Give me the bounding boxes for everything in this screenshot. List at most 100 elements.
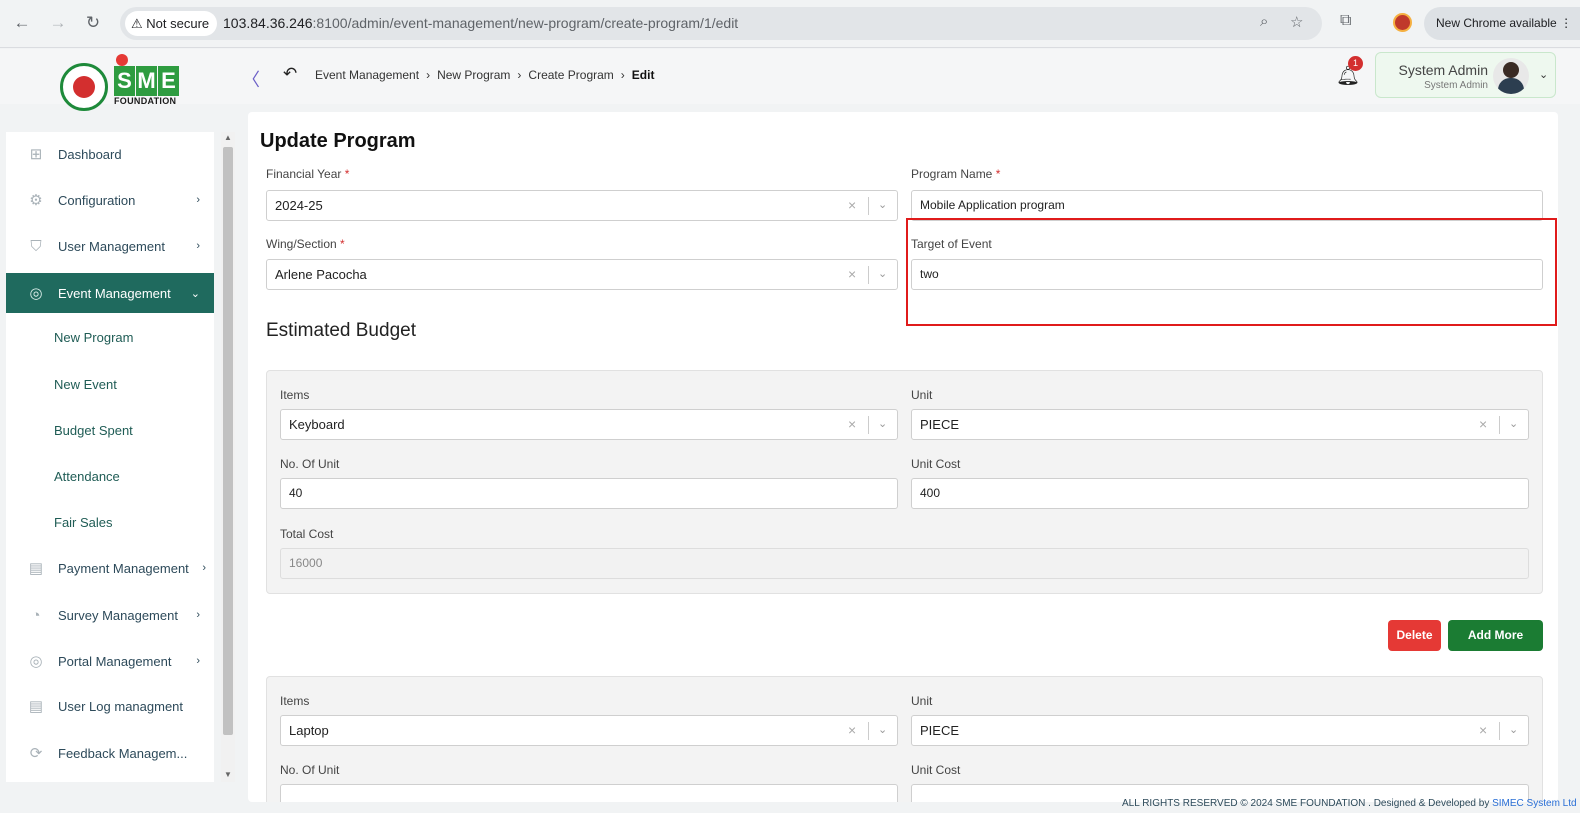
user-menu[interactable]: System Admin System Admin ⌄ xyxy=(1375,52,1556,98)
sidebar-item-label: User Log managment xyxy=(58,698,184,714)
select-divider xyxy=(1499,416,1500,434)
required-mark: * xyxy=(995,167,1001,181)
select-divider xyxy=(868,722,869,740)
unit-label: Unit xyxy=(911,694,933,708)
sidebar-item-label: Survey Management xyxy=(58,607,178,623)
clear-icon[interactable]: × xyxy=(1479,410,1487,439)
payment-icon: ▤ xyxy=(28,560,44,577)
government-emblem-logo xyxy=(60,63,108,111)
program-name-input[interactable]: Mobile Application program xyxy=(911,190,1543,221)
scroll-down-icon[interactable]: ▼ xyxy=(224,770,232,779)
clear-icon[interactable]: × xyxy=(848,410,856,439)
financial-year-select[interactable]: 2024-25 × ⌄ xyxy=(266,190,898,221)
chevron-down-icon[interactable]: ⌄ xyxy=(1509,716,1518,745)
notification-badge: 1 xyxy=(1348,56,1363,71)
select-divider xyxy=(868,266,869,284)
required-mark: * xyxy=(344,167,350,181)
chevron-down-icon[interactable]: ⌄ xyxy=(878,716,887,745)
wing-section-label-text: Wing/Section xyxy=(266,237,337,251)
sidebar-item-user-management[interactable]: ⛉ User Management › xyxy=(6,226,214,266)
clear-icon[interactable]: × xyxy=(848,716,856,745)
url-text[interactable]: 103.84.36.246:8100/admin/event-managemen… xyxy=(223,15,738,31)
sidebar-item-label: Portal Management xyxy=(58,653,172,669)
sidebar-scrollbar-thumb[interactable] xyxy=(223,147,233,735)
sidebar-subitem-new-event[interactable]: New Event xyxy=(54,377,117,392)
sidebar-item-portal-management[interactable]: ◎ Portal Management › xyxy=(6,641,214,681)
unit-label: Unit xyxy=(911,388,933,402)
back-icon[interactable]: ↶ xyxy=(283,64,297,84)
page-title: Update Program xyxy=(260,130,416,152)
chevron-right-icon: › xyxy=(620,68,625,82)
footer-text: ALL RIGHTS RESERVED © 2024 SME FOUNDATIO… xyxy=(1122,798,1490,809)
sidebar-item-label: Configuration xyxy=(58,192,136,208)
chevron-down-icon[interactable]: ⌄ xyxy=(878,191,887,220)
user-role: System Admin xyxy=(1424,80,1488,91)
sidebar-item-survey-management[interactable]: ◔ Survey Management › xyxy=(6,595,214,635)
no-of-unit-input[interactable] xyxy=(280,784,898,802)
clear-icon[interactable]: × xyxy=(848,191,856,220)
unit-select[interactable]: PIECE × ⌄ xyxy=(911,715,1529,746)
sidebar-item-label: User Management xyxy=(58,238,165,254)
item-select[interactable]: Keyboard × ⌄ xyxy=(280,409,898,440)
security-chip[interactable]: ⚠ Not secure xyxy=(125,11,218,36)
address-bar[interactable]: ⚠ Not secure 103.84.36.246:8100/admin/ev… xyxy=(120,7,1322,40)
wing-section-label: Wing/Section * xyxy=(266,237,345,251)
breadcrumb-event-management[interactable]: Event Management xyxy=(315,68,419,82)
sidebar-item-configuration[interactable]: ⚙ Configuration › xyxy=(6,180,214,220)
logo-dot xyxy=(116,54,128,66)
back-arrow-icon[interactable]: ← xyxy=(11,12,33,34)
program-name-label: Program Name * xyxy=(911,167,1000,181)
program-name-label-text: Program Name xyxy=(911,167,993,181)
unit-cost-label: Unit Cost xyxy=(911,457,961,471)
main-content: Update Program Financial Year * 2024-25 … xyxy=(248,112,1558,802)
sidebar-item-dashboard[interactable]: ⊞ Dashboard xyxy=(6,134,214,174)
logo-letter-s: S xyxy=(114,66,135,96)
update-chrome-button[interactable]: New Chrome available ⋮ xyxy=(1424,7,1580,40)
sidebar-item-label: Dashboard xyxy=(58,146,122,162)
select-divider xyxy=(1499,722,1500,740)
sidebar: ⊞ Dashboard ⚙ Configuration › ⛉ User Managem… xyxy=(6,132,214,782)
bookmark-star-icon[interactable]: ☆ xyxy=(1290,13,1303,31)
sme-logo: S M E FOUNDATION xyxy=(114,54,180,106)
scroll-up-icon[interactable]: ▲ xyxy=(224,133,232,142)
delete-button[interactable]: Delete xyxy=(1388,620,1441,651)
chevron-right-icon: › xyxy=(517,68,522,82)
highlight-annotation xyxy=(906,218,1557,326)
sidebar-subitem-attendance[interactable]: Attendance xyxy=(54,469,120,484)
breadcrumb-create-program[interactable]: Create Program xyxy=(528,68,613,82)
portal-icon: ◎ xyxy=(29,653,43,670)
sidebar-item-event-management[interactable]: ◎ Event Management ⌄ xyxy=(6,273,214,313)
footer: ALL RIGHTS RESERVED © 2024 SME FOUNDATIO… xyxy=(1122,798,1577,809)
profile-avatar[interactable] xyxy=(1393,13,1412,32)
pie-icon: ◔ xyxy=(31,606,41,624)
breadcrumb-new-program[interactable]: New Program xyxy=(437,68,510,82)
chevron-down-icon[interactable]: ⌄ xyxy=(1509,410,1518,439)
extensions-icon[interactable]: ⧉ xyxy=(1340,12,1351,30)
clear-icon[interactable]: × xyxy=(1479,716,1487,745)
sidebar-collapse-icon[interactable]: 〈 xyxy=(242,66,260,92)
breadcrumb: Event Management › New Program › Create Pr… xyxy=(315,68,654,82)
unit-cost-input[interactable]: 400 xyxy=(911,478,1529,509)
no-of-unit-input[interactable]: 40 xyxy=(280,478,898,509)
sidebar-subitem-fair-sales[interactable]: Fair Sales xyxy=(54,515,113,530)
financial-year-label: Financial Year * xyxy=(266,167,349,181)
chevron-down-icon[interactable]: ⌄ xyxy=(878,260,887,289)
reload-icon[interactable]: ↻ xyxy=(82,12,104,34)
zoom-icon[interactable]: ⌕ xyxy=(1260,13,1268,30)
sidebar-item-feedback[interactable]: ⟳ Feedback Managem... xyxy=(6,733,214,773)
budget-entry: Items Keyboard × ⌄ Unit PIECE × ⌄ No. Of… xyxy=(266,370,1543,594)
sidebar-item-label: Event Management xyxy=(58,285,171,301)
security-label: Not secure xyxy=(146,16,210,31)
unit-select[interactable]: PIECE × ⌄ xyxy=(911,409,1529,440)
wing-section-select[interactable]: Arlene Pacocha × ⌄ xyxy=(266,259,898,290)
forward-arrow-icon[interactable]: → xyxy=(47,12,69,34)
chevron-down-icon[interactable]: ⌄ xyxy=(878,410,887,439)
sidebar-subitem-new-program[interactable]: New Program xyxy=(54,330,133,345)
sidebar-subitem-budget-spent[interactable]: Budget Spent xyxy=(54,423,133,438)
sidebar-item-payment-management[interactable]: ▤ Payment Management › xyxy=(6,548,214,588)
item-select[interactable]: Laptop × ⌄ xyxy=(280,715,898,746)
clear-icon[interactable]: × xyxy=(848,260,856,289)
sidebar-item-user-log[interactable]: ▤ User Log managment xyxy=(6,686,214,726)
add-more-button[interactable]: Add More xyxy=(1448,620,1543,651)
footer-link[interactable]: SIMEC System Ltd xyxy=(1492,798,1576,809)
